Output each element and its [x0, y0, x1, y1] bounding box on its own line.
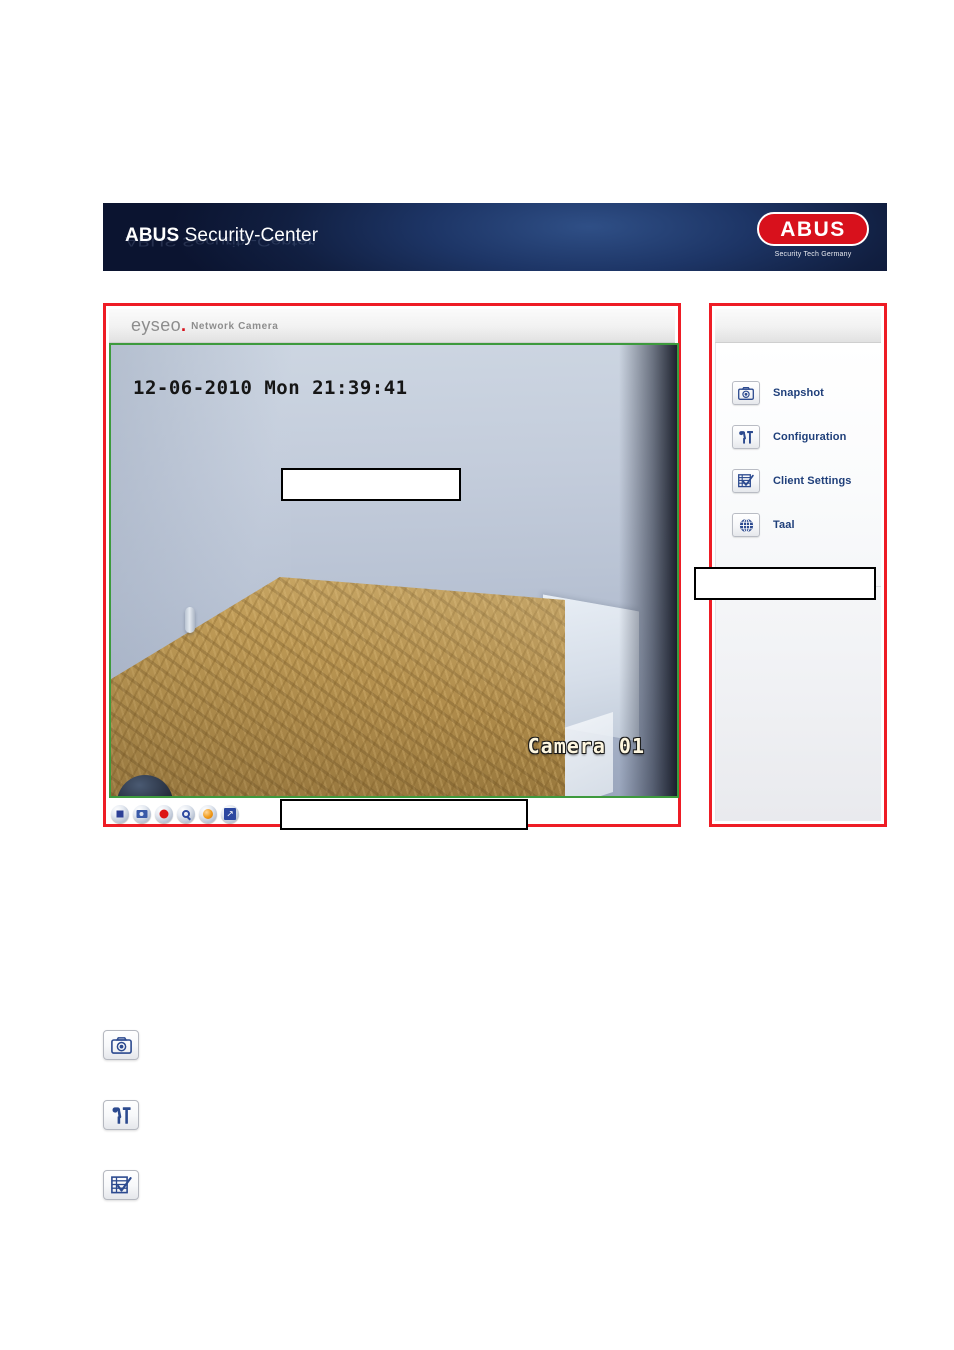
- fullscreen-button[interactable]: [221, 805, 239, 823]
- video-right-vignette: [619, 345, 677, 796]
- snapshot-button[interactable]: [133, 805, 151, 823]
- stop-icon: [116, 810, 124, 818]
- abus-logo: ABUS Security Tech Germany: [757, 212, 869, 258]
- video-mid-redaction-box: [281, 468, 461, 501]
- video-scene: [111, 345, 677, 796]
- abus-header-banner: ABUS Security-Center ABUS Security-Cente…: [103, 203, 887, 271]
- eyseo-brand: eyseo. Network Camera: [131, 315, 278, 336]
- menu-item-taal[interactable]: Taal: [716, 503, 881, 547]
- menu-item-label: Taal: [773, 519, 795, 531]
- menu-item-configuration[interactable]: Configuration: [716, 415, 881, 459]
- osd-camera-name: Camera 01: [527, 734, 645, 758]
- eyseo-header-bar: eyseo. Network Camera: [109, 309, 675, 343]
- abus-logo-text: ABUS: [780, 217, 846, 241]
- menu-header-bar: [715, 309, 881, 343]
- stop-button[interactable]: [111, 805, 129, 823]
- legend-row-client-settings: [103, 1150, 803, 1220]
- legend-row-configuration: [103, 1080, 803, 1150]
- menu-item-client-settings[interactable]: Client Settings: [716, 459, 881, 503]
- eyseo-brand-subtitle: Network Camera: [191, 321, 279, 332]
- audio-button[interactable]: [199, 805, 217, 823]
- menu-item-label: Client Settings: [773, 475, 852, 487]
- video-control-toolbar: [111, 802, 239, 826]
- menu-redaction-box: [694, 567, 876, 600]
- tools-icon: [103, 1100, 139, 1130]
- document-icon-legend: [103, 1010, 803, 1220]
- menu-item-list: Snapshot Configuration Client Settings T…: [716, 371, 881, 587]
- fullscreen-icon: [224, 808, 236, 820]
- magnifier-icon: [182, 810, 190, 818]
- eyseo-brand-dot: .: [181, 315, 187, 335]
- globe-icon: [732, 513, 760, 537]
- record-icon: [159, 809, 169, 819]
- legend-row-snapshot: [103, 1010, 803, 1080]
- menu-item-label: Snapshot: [773, 387, 824, 399]
- abus-logo-tagline: Security Tech Germany: [774, 251, 852, 258]
- form-check-icon: [103, 1170, 139, 1200]
- eyseo-brand-word: eyseo: [131, 315, 182, 335]
- menu-item-snapshot[interactable]: Snapshot: [716, 371, 881, 415]
- record-button[interactable]: [155, 805, 173, 823]
- camera-icon: [103, 1030, 139, 1060]
- live-video-stream[interactable]: 12-06-2010 Mon 21:39:41 Camera 01: [109, 343, 679, 798]
- form-check-icon: [732, 469, 760, 493]
- abus-logo-badge: ABUS: [757, 212, 869, 246]
- abus-wordmark-bold: ABUS: [125, 225, 180, 246]
- menu-item-label: Configuration: [773, 431, 847, 443]
- zoom-button[interactable]: [177, 805, 195, 823]
- video-wall-fitting: [185, 607, 195, 633]
- abus-wordmark: ABUS Security-Center: [125, 225, 318, 247]
- audio-icon: [203, 809, 213, 819]
- osd-timestamp: 12-06-2010 Mon 21:39:41: [133, 377, 408, 399]
- camera-icon: [136, 810, 148, 818]
- camera-viewer-panel: eyseo. Network Camera 12-06-2010 Mon 21:3…: [103, 303, 681, 827]
- tools-icon: [732, 425, 760, 449]
- abus-wordmark-light: Security-Center: [179, 225, 319, 246]
- camera-icon: [732, 381, 760, 405]
- video-bottom-redaction-box: [280, 799, 528, 830]
- camera-menu-panel: Snapshot Configuration Client Settings T…: [709, 303, 887, 827]
